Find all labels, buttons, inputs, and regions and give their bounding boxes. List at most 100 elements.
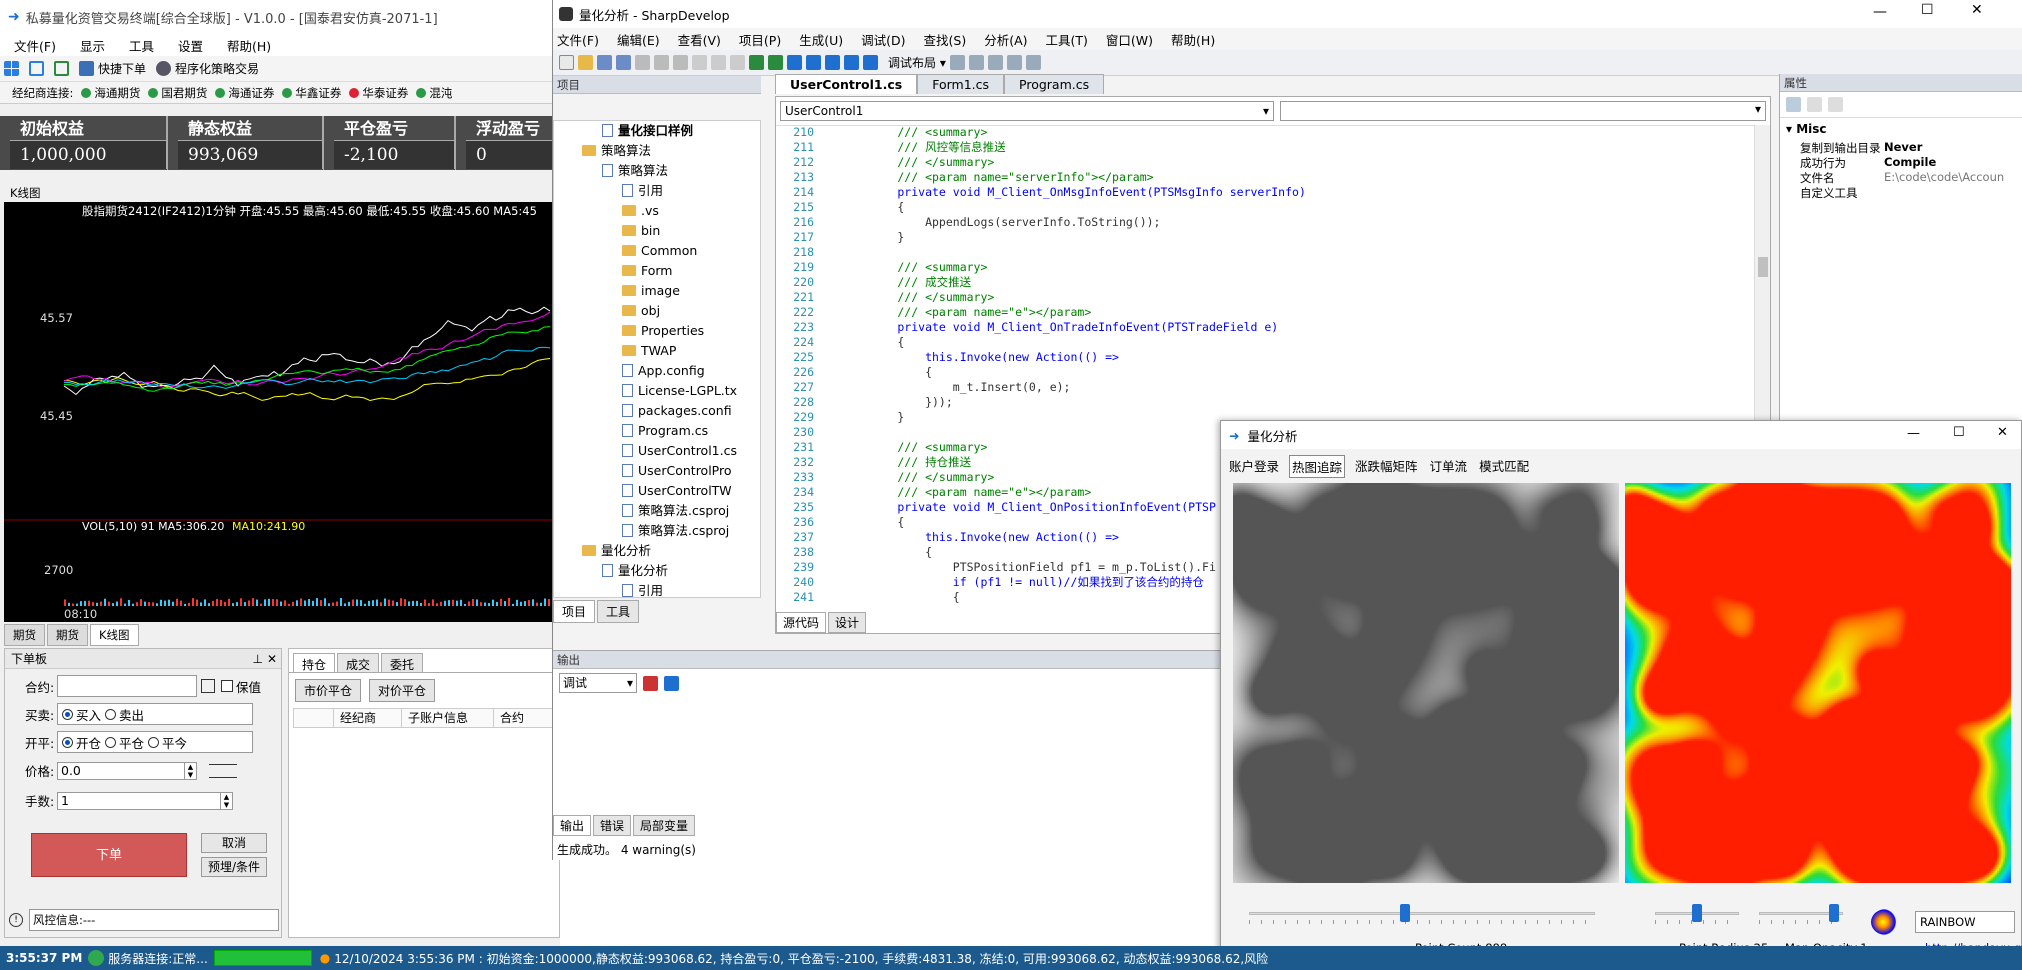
member-combo[interactable]: ▾ bbox=[1280, 101, 1766, 121]
tab-usercontrol1[interactable]: UserControl1.cs bbox=[775, 74, 918, 94]
market-close-button[interactable]: 市价平仓 bbox=[295, 679, 362, 702]
pause-icon[interactable] bbox=[806, 55, 821, 70]
tab-change-matrix[interactable]: 涨跌幅矩阵 bbox=[1353, 455, 1420, 478]
point-radius-slider[interactable] bbox=[1655, 903, 1739, 924]
tree-item[interactable]: UserControlPro bbox=[554, 461, 760, 481]
col-header[interactable]: 合约 bbox=[494, 709, 554, 727]
tree-item[interactable]: 量化分析 bbox=[554, 561, 760, 581]
code-line[interactable]: 212 /// </summary> bbox=[776, 155, 1754, 170]
grayscale-density-map[interactable] bbox=[1233, 483, 1619, 883]
property-pages-icon[interactable] bbox=[1828, 97, 1843, 112]
open-icon[interactable] bbox=[578, 55, 593, 70]
broker-huaxin[interactable]: 华鑫证券 bbox=[282, 85, 341, 101]
qty-stepper[interactable]: 1 ▲ ▼ bbox=[57, 791, 233, 810]
bookmark-icon[interactable] bbox=[968, 55, 984, 70]
ide-menu-window[interactable]: 窗口(W) bbox=[1106, 30, 1153, 49]
close-icon[interactable]: ✕ bbox=[1971, 2, 1983, 18]
run-icon[interactable] bbox=[787, 55, 802, 70]
contract-input[interactable] bbox=[57, 675, 197, 697]
condition-button[interactable]: 预埋/条件 bbox=[201, 857, 267, 877]
tree-item[interactable]: obj bbox=[554, 301, 760, 321]
undo-icon[interactable] bbox=[711, 55, 726, 70]
maximize-icon[interactable]: ☐ bbox=[1921, 2, 1934, 18]
tab-pattern-match[interactable]: 模式匹配 bbox=[1477, 455, 1531, 478]
tree-item[interactable]: Properties bbox=[554, 321, 760, 341]
code-line[interactable]: 225 this.Invoke(new Action(() => bbox=[776, 350, 1754, 365]
tree-item[interactable]: image bbox=[554, 281, 760, 301]
code-line[interactable]: 217 } bbox=[776, 230, 1754, 245]
ide-menu-tools[interactable]: 工具(T) bbox=[1046, 30, 1088, 49]
ide-menu-project[interactable]: 项目(P) bbox=[739, 30, 781, 49]
new-file-icon[interactable] bbox=[559, 55, 574, 70]
hedge-checkbox[interactable] bbox=[221, 680, 233, 692]
code-line[interactable]: 224 { bbox=[776, 335, 1754, 350]
tree-item[interactable]: 策略算法 bbox=[554, 161, 760, 181]
tab-orders[interactable]: 委托 bbox=[381, 653, 424, 672]
code-line[interactable]: 226 { bbox=[776, 365, 1754, 380]
ide-menu-help[interactable]: 帮助(H) bbox=[1171, 30, 1215, 49]
ide-menu-debug[interactable]: 调试(D) bbox=[861, 30, 905, 49]
pin-icon[interactable]: ⊥ bbox=[253, 649, 263, 669]
tab-tools[interactable]: 工具 bbox=[597, 600, 640, 623]
stepper-arrows-icon[interactable]: ▲ ▼ bbox=[184, 762, 196, 779]
ide-menu-view[interactable]: 查看(V) bbox=[678, 30, 721, 49]
code-line[interactable]: 227 m_t.Insert(0, e); bbox=[776, 380, 1754, 395]
tab-futures-1[interactable]: 期货 bbox=[4, 624, 45, 646]
tree-item[interactable]: .vs bbox=[554, 201, 760, 221]
tab-heatmap-tracking[interactable]: 热图追踪 bbox=[1289, 455, 1346, 478]
broker-hundun[interactable]: 混沌 bbox=[416, 85, 452, 101]
play-icon[interactable] bbox=[88, 950, 105, 966]
tree-item[interactable]: 量化接口样例 bbox=[554, 121, 760, 141]
wrap-output-icon[interactable] bbox=[664, 675, 679, 691]
search-icon[interactable] bbox=[949, 55, 965, 70]
col-header[interactable]: 子账户信息 bbox=[402, 709, 494, 727]
tree-item[interactable]: TWAP bbox=[554, 341, 760, 361]
maximize-icon[interactable]: ☐ bbox=[1953, 425, 1965, 440]
strategy-trade-button[interactable]: 程序化策略交易 bbox=[156, 60, 259, 77]
code-line[interactable]: 216 AppendLogs(serverInfo.ToString()); bbox=[776, 215, 1754, 230]
code-line[interactable]: 222 /// <param name="e"></param> bbox=[776, 305, 1754, 320]
code-line[interactable]: 218 bbox=[776, 245, 1754, 260]
close-icon[interactable]: ✕ bbox=[267, 649, 277, 669]
close-today-radio[interactable] bbox=[148, 736, 160, 748]
redo-icon[interactable] bbox=[730, 55, 745, 70]
step-into-icon[interactable] bbox=[863, 55, 878, 70]
property-row[interactable]: 自定义工具 bbox=[1780, 185, 2022, 200]
close-radio[interactable] bbox=[105, 736, 117, 748]
ide-menu-edit[interactable]: 编辑(E) bbox=[617, 30, 660, 49]
tree-item[interactable]: App.config bbox=[554, 361, 760, 381]
tree-item[interactable]: License-LGPL.tx bbox=[554, 381, 760, 401]
menu-settings[interactable]: 设置 bbox=[178, 36, 203, 55]
ide-menu-search[interactable]: 查找(S) bbox=[924, 30, 967, 49]
palette-dropdown[interactable]: RAINBOW bbox=[1915, 911, 2015, 933]
monitor-icon[interactable] bbox=[29, 61, 44, 76]
ide-menu-analyze[interactable]: 分析(A) bbox=[984, 30, 1027, 49]
tree-item[interactable]: Program.cs bbox=[554, 421, 760, 441]
window-icon[interactable] bbox=[987, 55, 1003, 70]
tab-locals[interactable]: 局部变量 bbox=[633, 815, 696, 836]
build-icon[interactable] bbox=[749, 55, 764, 70]
tree-item[interactable]: bin bbox=[554, 221, 760, 241]
copy-icon[interactable] bbox=[654, 55, 669, 70]
code-line[interactable]: 220 /// 成交推送 bbox=[776, 275, 1754, 290]
delete-icon[interactable] bbox=[692, 55, 707, 70]
grid-icon[interactable] bbox=[4, 61, 19, 76]
cancel-button[interactable]: 取消 bbox=[201, 833, 267, 853]
cut-icon[interactable] bbox=[635, 55, 650, 70]
paste-icon[interactable] bbox=[673, 55, 688, 70]
tree-item[interactable]: 策略算法.csproj bbox=[554, 521, 760, 541]
layout-icon[interactable] bbox=[1006, 55, 1022, 70]
code-line[interactable]: 214 private void M_Client_OnMsgInfoEvent… bbox=[776, 185, 1754, 200]
tab-source[interactable]: 源代码 bbox=[776, 612, 827, 633]
scroll-thumb[interactable] bbox=[1758, 257, 1768, 277]
ide-menu-file[interactable]: 文件(F) bbox=[557, 30, 599, 49]
col-header[interactable]: 经纪商 bbox=[334, 709, 402, 727]
save-all-icon[interactable] bbox=[616, 55, 631, 70]
quick-order-button[interactable]: 快捷下单 bbox=[79, 60, 146, 77]
ide-menu-build[interactable]: 生成(U) bbox=[799, 30, 843, 49]
tree-item[interactable]: Form bbox=[554, 261, 760, 281]
code-line[interactable]: 221 /// </summary> bbox=[776, 290, 1754, 305]
code-line[interactable]: 223 private void M_Client_OnTradeInfoEve… bbox=[776, 320, 1754, 335]
tab-output[interactable]: 输出 bbox=[553, 815, 592, 836]
code-line[interactable]: 210 /// <summary> bbox=[776, 125, 1754, 140]
